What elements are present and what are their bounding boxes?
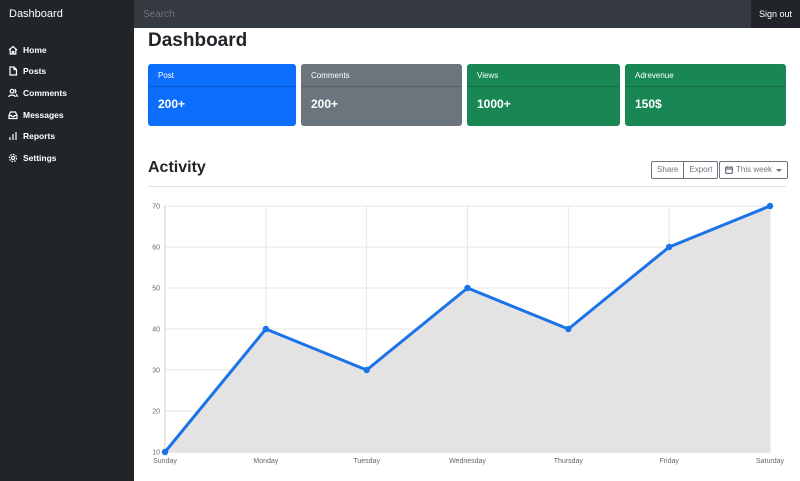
sidebar-item-messages[interactable]: Messages [0, 104, 134, 126]
x-tick-label: Saturday [756, 458, 785, 465]
x-tick-label: Monday [253, 458, 278, 465]
gear-icon [8, 153, 18, 162]
stat-card-value: 1000+ [477, 97, 511, 111]
sidebar-item-label: Messages [23, 109, 64, 120]
bar-chart-icon [9, 132, 17, 141]
stat-card-label: Comments [301, 64, 462, 87]
data-point [363, 366, 370, 374]
data-point [161, 448, 169, 456]
data-point [262, 325, 270, 333]
export-button[interactable]: Export [684, 161, 719, 179]
search-input[interactable] [134, 0, 751, 28]
stat-card-label: Views [467, 64, 620, 87]
sign-out-link[interactable]: Sign out [751, 0, 800, 28]
stat-card-label: Adrevenue [625, 64, 786, 87]
stat-card-value: 200+ [158, 97, 186, 111]
x-tick-label: Friday [659, 458, 679, 465]
data-point [665, 243, 673, 251]
sidebar-item-label: Settings [23, 152, 57, 163]
y-tick-label: 50 [152, 286, 160, 293]
x-tick-label: Thursday [554, 458, 584, 465]
x-tick-label: Tuesday [353, 458, 380, 465]
page-title: Dashboard [148, 30, 248, 51]
data-point [464, 284, 471, 292]
stat-card-adrevenue: Adrevenue 150$ [625, 64, 786, 126]
sidebar-item-label: Comments [23, 87, 67, 98]
section-divider [148, 186, 786, 187]
y-tick-label: 70 [152, 204, 160, 211]
sidebar-item-label: Home [23, 44, 47, 55]
sidebar-item-label: Posts [23, 66, 47, 77]
stat-card-label: Post [148, 64, 296, 87]
sidebar-item-reports[interactable]: Reports [0, 125, 134, 147]
users-icon [8, 88, 18, 98]
sidebar-item-settings[interactable]: Settings [0, 147, 134, 169]
date-range-label: This week [736, 165, 773, 174]
share-export-group: Share Export [651, 161, 719, 179]
sidebar-item-home[interactable]: Home [0, 39, 134, 61]
sidebar-item-posts[interactable]: Posts [0, 61, 134, 83]
home-icon [8, 45, 18, 55]
activity-title: Activity [148, 159, 206, 176]
x-tick-label: Sunday [153, 458, 177, 465]
stat-card-value: 200+ [311, 97, 339, 111]
y-tick-label: 60 [152, 245, 160, 252]
y-tick-label: 20 [152, 409, 160, 416]
data-point [766, 202, 774, 210]
sidebar-item-comments[interactable]: Comments [0, 82, 134, 104]
sidebar-item-label: Reports [23, 131, 56, 142]
calendar-icon [725, 166, 733, 174]
inbox-icon [8, 110, 18, 119]
y-tick-label: 40 [152, 327, 160, 334]
y-tick-label: 30 [152, 368, 160, 375]
stat-card-value: 150$ [635, 97, 662, 111]
date-range-dropdown[interactable]: This week [719, 161, 789, 179]
caret-down-icon [776, 168, 783, 172]
activity-chart: 10 20 30 40 50 60 70 Sunday Monday Tuesday Wednesd… [152, 202, 785, 465]
main-content: Dashboard Post 200+ Comments 200+ Views … [134, 28, 800, 481]
stat-card-views: Views 1000+ [467, 64, 620, 126]
x-tick-label: Wednesday [449, 458, 486, 465]
y-tick-label: 10 [152, 450, 160, 457]
data-point [565, 325, 572, 333]
sidebar: Home Posts Comments Messages Reports Set… [0, 28, 134, 481]
top-navbar: Dashboard Sign out [0, 0, 800, 28]
brand-link[interactable]: Dashboard [0, 0, 134, 28]
stat-card-comments: Comments 200+ [301, 64, 462, 126]
stat-card-posts: Post 200+ [148, 64, 296, 126]
file-icon [9, 66, 18, 76]
share-button[interactable]: Share [651, 161, 685, 179]
